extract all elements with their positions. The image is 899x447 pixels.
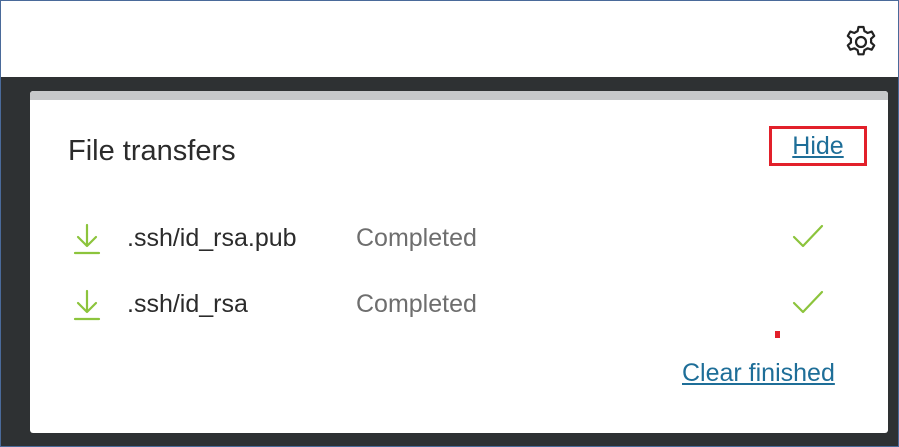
hide-link[interactable]: Hide <box>792 132 843 160</box>
clear-finished-container: Clear finished <box>682 355 835 395</box>
window-frame: File transfers Hide .ssh/id_rsa.pub Comp… <box>0 0 899 447</box>
checkmark-icon <box>791 222 825 252</box>
annotation-mark <box>775 331 780 338</box>
file-transfers-panel: File transfers Hide .ssh/id_rsa.pub Comp… <box>30 91 888 433</box>
checkmark-icon <box>791 288 825 318</box>
transfer-status: Completed <box>356 290 477 318</box>
panel-title: File transfers <box>68 135 236 167</box>
hide-highlight-box: Hide <box>769 126 867 166</box>
download-icon <box>72 222 102 256</box>
transfer-status: Completed <box>356 224 477 252</box>
download-icon <box>72 288 102 322</box>
clear-finished-link[interactable]: Clear finished <box>682 359 835 387</box>
transfer-filename: .ssh/id_rsa.pub <box>127 224 297 252</box>
gear-icon[interactable] <box>842 23 880 61</box>
transfer-filename: .ssh/id_rsa <box>127 290 248 318</box>
panel-top-border <box>30 91 888 100</box>
transfer-row: .ssh/id_rsa.pub Completed <box>30 219 888 259</box>
transfer-row: .ssh/id_rsa Completed <box>30 285 888 325</box>
top-bar <box>1 1 898 77</box>
